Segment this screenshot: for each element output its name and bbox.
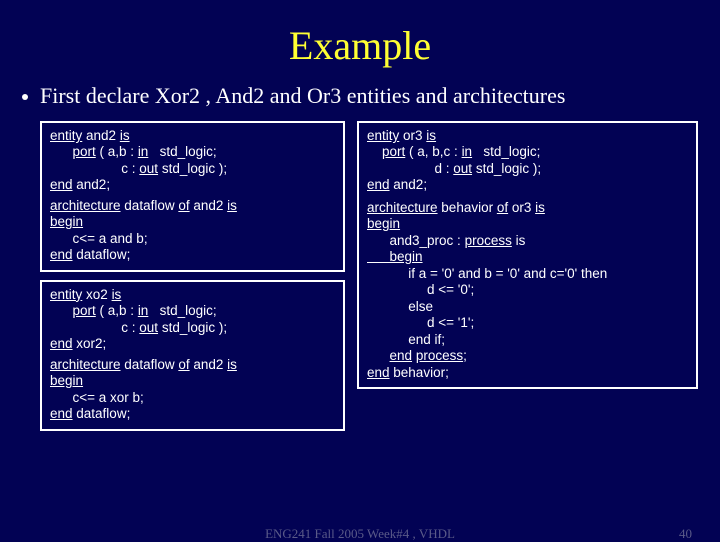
bullet-dot-icon bbox=[22, 94, 28, 100]
code-box-and2: entity and2 is port ( a,b : in std_logic… bbox=[40, 121, 345, 272]
bullet-text: First declare Xor2 , And2 and Or3 entiti… bbox=[40, 83, 565, 109]
right-column: entity or3 is port ( a, b,c : in std_log… bbox=[357, 121, 698, 431]
slide-title: Example bbox=[0, 0, 720, 83]
left-column: entity and2 is port ( a,b : in std_logic… bbox=[40, 121, 345, 431]
code-box-or3: entity or3 is port ( a, b,c : in std_log… bbox=[357, 121, 698, 389]
code-box-xor2: entity xo2 is port ( a,b : in std_logic;… bbox=[40, 280, 345, 431]
content-columns: entity and2 is port ( a,b : in std_logic… bbox=[0, 121, 720, 431]
bullet-item: First declare Xor2 , And2 and Or3 entiti… bbox=[0, 83, 720, 109]
